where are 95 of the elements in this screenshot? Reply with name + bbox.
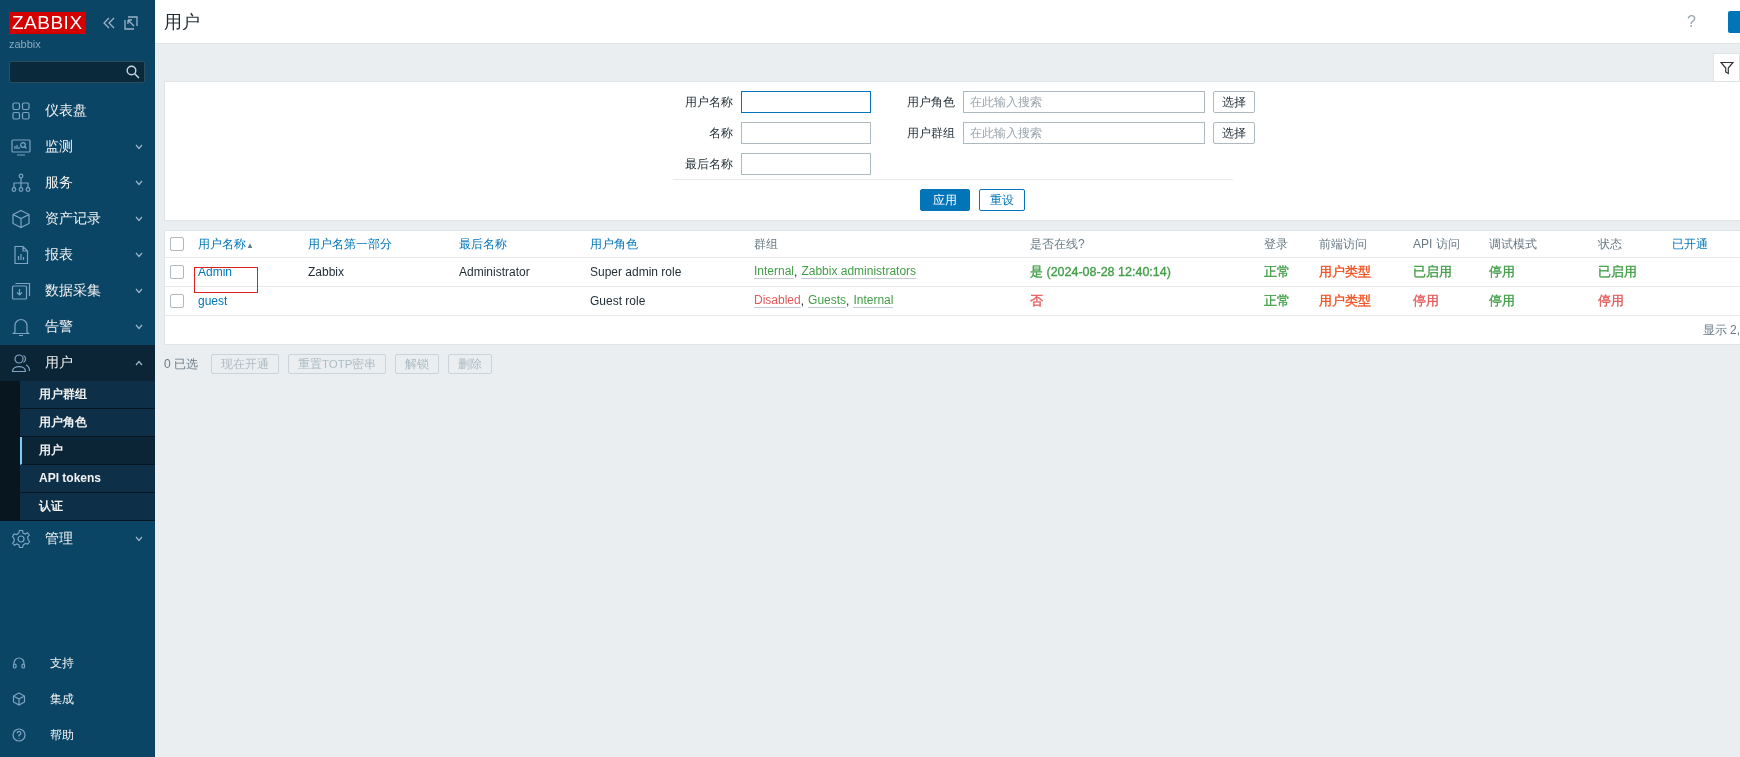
menu-item[interactable]: 用户 xyxy=(0,345,155,381)
input-field[interactable] xyxy=(740,153,871,175)
status-text: 否 xyxy=(1030,292,1043,310)
checkbox[interactable] xyxy=(170,237,184,251)
dashboard-icon xyxy=(11,101,31,121)
field-label: 用户名称 xyxy=(683,94,733,110)
menu-item[interactable]: 监测 xyxy=(0,129,155,165)
status-text: 停用 xyxy=(1413,292,1439,310)
table-cell: Guest role xyxy=(590,294,646,308)
collapse-icon[interactable] xyxy=(101,16,116,30)
footer-menu-item[interactable]: 集成 xyxy=(0,681,155,717)
footer-menu-item[interactable]: 帮助 xyxy=(0,717,155,753)
checkbox[interactable] xyxy=(170,265,184,279)
status-text: 已启用 xyxy=(1413,263,1452,281)
username-link[interactable]: Admin xyxy=(198,265,232,279)
username-link[interactable]: guest xyxy=(198,294,228,308)
action-button[interactable] xyxy=(1728,10,1740,33)
field-label: 用户群组 xyxy=(905,125,955,141)
table-cell: Administrator xyxy=(459,265,530,279)
users-icon xyxy=(11,353,31,373)
logo[interactable]: ZABBIX xyxy=(9,12,86,34)
submenu-item[interactable]: 用户 xyxy=(20,437,155,465)
separator-text: , xyxy=(794,265,798,279)
field-label: 名称 xyxy=(707,125,733,141)
submenu-item[interactable]: 用户角色 xyxy=(20,409,155,437)
status-text: 用户类型 xyxy=(1319,263,1371,281)
column-header: 调试模式 xyxy=(1489,235,1537,253)
group-link[interactable]: Internal xyxy=(853,294,894,308)
select-button[interactable]: 选择 xyxy=(1212,122,1255,144)
column-sort-link[interactable]: 用户角色 xyxy=(590,235,638,253)
search-field[interactable]: 在此输入搜索 xyxy=(962,122,1205,144)
menu-item[interactable]: 资产记录 xyxy=(0,201,155,237)
status-text: 正常 xyxy=(1264,263,1290,281)
group-link[interactable]: Disabled xyxy=(754,294,801,308)
submenu-item[interactable]: API tokens xyxy=(20,465,155,493)
field-label: 用户角色 xyxy=(905,94,955,110)
box-icon xyxy=(11,209,31,229)
kiosk-icon[interactable] xyxy=(123,16,138,30)
search-icon xyxy=(126,65,140,79)
column-header: 是否在线? xyxy=(1030,235,1085,253)
monitor-icon xyxy=(11,137,31,157)
row-count: 显示 2, xyxy=(1702,321,1740,339)
column-sort-link[interactable]: 已开通 xyxy=(1672,235,1708,253)
status-text: 是 (2024-08-28 12:40:14) xyxy=(1030,263,1171,281)
input-field[interactable] xyxy=(740,122,871,144)
download-icon xyxy=(11,281,31,301)
column-sort-link[interactable]: 最后名称 xyxy=(459,235,507,253)
reset-button[interactable]: 重设 xyxy=(979,189,1025,211)
server-name: zabbix xyxy=(8,37,42,50)
hierarchy-icon xyxy=(11,173,31,193)
status-text: 正常 xyxy=(1264,292,1290,310)
group-link[interactable]: Zabbix administrators xyxy=(801,265,917,279)
group-link[interactable]: Internal xyxy=(754,265,795,279)
filter-tab[interactable] xyxy=(1713,53,1740,81)
menu-item[interactable]: 数据采集 xyxy=(0,273,155,309)
column-header: 状态 xyxy=(1598,235,1622,253)
column-header: API 访问 xyxy=(1413,235,1460,253)
footer-menu-item[interactable]: 支持 xyxy=(0,645,155,681)
submenu-item[interactable]: 用户群组 xyxy=(20,381,155,409)
menu-item[interactable]: 管理 xyxy=(0,521,155,557)
cube-icon xyxy=(12,692,26,706)
select-button[interactable]: 选择 xyxy=(1212,91,1255,113)
menu-item[interactable]: 告警 xyxy=(0,309,155,345)
filter-icon xyxy=(1719,60,1734,75)
menu-item[interactable]: 报表 xyxy=(0,237,155,273)
gear-icon xyxy=(11,529,31,549)
input-field[interactable] xyxy=(740,91,871,113)
checkbox[interactable] xyxy=(170,294,184,308)
separator-text: , xyxy=(800,294,805,308)
separator-text: , xyxy=(846,294,850,308)
column-header: 前端访问 xyxy=(1319,235,1367,253)
table-cell: Zabbix xyxy=(308,265,345,279)
column-sort-link[interactable]: 用户名称▲ xyxy=(198,235,254,253)
field-label: 最后名称 xyxy=(683,156,733,172)
selected-count: 0 已选 xyxy=(164,355,198,373)
search-field[interactable]: 在此输入搜索 xyxy=(962,91,1205,113)
table-cell: Super admin role xyxy=(590,265,682,279)
status-text: 停用 xyxy=(1489,292,1515,310)
bell-icon xyxy=(11,317,31,337)
menu-item[interactable]: 仪表盘 xyxy=(0,93,155,129)
report-icon xyxy=(11,245,31,265)
menu-item[interactable]: 服务 xyxy=(0,165,155,201)
help-icon xyxy=(12,728,26,742)
page-title: 用户 xyxy=(164,10,201,34)
headset-icon xyxy=(12,656,26,670)
status-text: 用户类型 xyxy=(1319,292,1371,310)
column-header: 群组 xyxy=(754,235,778,253)
submenu-item[interactable]: 认证 xyxy=(20,493,155,521)
column-sort-link[interactable]: 用户名第一部分 xyxy=(308,235,392,253)
apply-button[interactable]: 应用 xyxy=(920,189,970,211)
status-text: 已启用 xyxy=(1598,263,1637,281)
status-text: 停用 xyxy=(1598,292,1624,310)
status-text: 停用 xyxy=(1489,263,1515,281)
search-field[interactable] xyxy=(9,61,145,83)
column-header: 登录 xyxy=(1264,235,1288,253)
